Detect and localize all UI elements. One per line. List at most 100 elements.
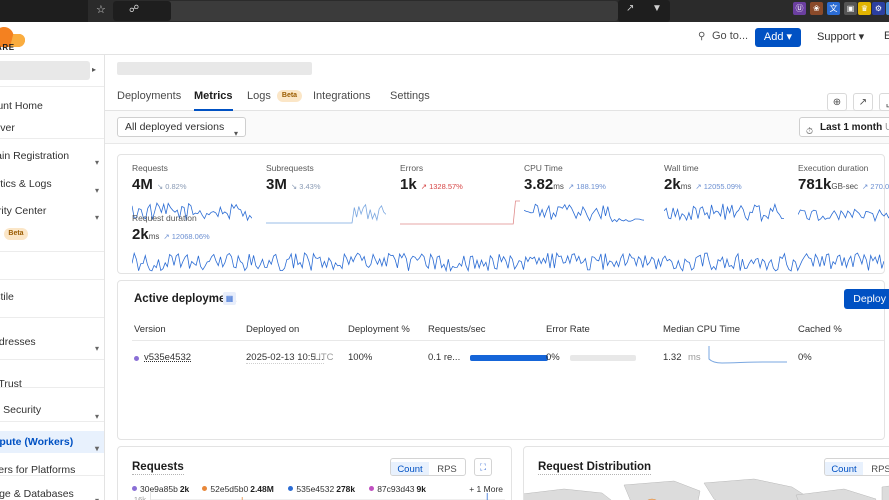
- cloudflare-wordmark: ARE: [0, 43, 15, 52]
- world-map: [524, 478, 889, 500]
- requests-panel-title: Requests: [132, 461, 184, 475]
- tab-deployments[interactable]: Deployments: [117, 87, 181, 111]
- sidebar-divider: [0, 317, 104, 318]
- camera-icon[interactable]: ▣: [844, 2, 857, 15]
- share-icon[interactable]: ↗: [626, 3, 634, 14]
- metric-delta-value: 1328.57%: [429, 182, 463, 191]
- chevron-down-icon: ▾: [94, 344, 99, 353]
- active-deployment-title: Active deployment: [134, 293, 237, 305]
- tab-metrics[interactable]: Metrics: [194, 87, 233, 111]
- globe-icon[interactable]: ⊕: [827, 93, 847, 111]
- download-icon[interactable]: ▼: [652, 3, 662, 14]
- add-button-label: Add: [763, 31, 784, 43]
- sidebar-item-zero-trust[interactable]: Zero Trust: [0, 373, 104, 395]
- metric-label: Requests: [132, 163, 168, 173]
- column-header-deployment: Deployment %: [348, 324, 410, 335]
- metric-delta: ↘ 0.82%: [157, 182, 187, 191]
- external-link-icon[interactable]: ↗: [853, 93, 873, 111]
- goto-search[interactable]: Go to...: [712, 30, 748, 42]
- active-deployment-card: Active deployment ▦ Deploy version Versi…: [117, 280, 889, 440]
- account-selector[interactable]: [0, 61, 90, 80]
- url-action-buttons[interactable]: ↗ ▼: [618, 0, 670, 22]
- sidebar-item-turnstile[interactable]: Turnstile: [0, 286, 104, 308]
- account-menu[interactable]: E: [884, 30, 889, 42]
- chevron-down-icon: ▾: [94, 186, 99, 195]
- deploy-version-button[interactable]: Deploy version: [844, 289, 889, 309]
- deployment-pct-value: 100%: [348, 352, 373, 363]
- sidebar-item-workers-for-platforms[interactable]: Workers for Platforms: [0, 459, 104, 481]
- toggle-rps[interactable]: RPS: [863, 462, 889, 475]
- sidebar-item-email-security[interactable]: Email Security ▾: [0, 399, 104, 421]
- ublock-origin-icon[interactable]: Ⓤ: [793, 2, 806, 15]
- median-cpu-value: 1.32: [663, 352, 682, 363]
- metric-delta-value: 0.82%: [165, 182, 187, 191]
- column-header-deployed-on: Deployed on: [246, 324, 300, 335]
- settings-gear-icon[interactable]: ⚙: [872, 2, 885, 15]
- cached-pct-value: 0%: [798, 352, 812, 363]
- tab-logs[interactable]: Logs: [247, 87, 271, 111]
- request-distribution-panel: Request Distribution Count RPS: [523, 446, 889, 500]
- metric-requests: Requests 4M ↘ 0.82%: [132, 163, 187, 193]
- metric-delta: ↗ 12068.06%: [163, 232, 209, 241]
- sidebar-item-discover[interactable]: Discover: [0, 117, 104, 139]
- metric-delta-value: 12055.09%: [703, 182, 742, 191]
- link-icon: ☍: [129, 4, 140, 15]
- sidebar-item-label: Email Security: [0, 404, 42, 416]
- bookmark-icon[interactable]: ☆: [96, 3, 106, 17]
- metric-value-row: 3.82ms ↗ 188.19%: [524, 176, 606, 193]
- tab-integrations[interactable]: Integrations: [313, 87, 370, 111]
- sidebar-item-label: Turnstile: [0, 291, 14, 303]
- version-link[interactable]: v535e4532: [144, 352, 191, 363]
- code-icon[interactable]: ␣: [879, 93, 889, 111]
- metric-value: 3.82: [524, 176, 554, 193]
- grid-icon[interactable]: ▦: [223, 292, 236, 305]
- metric-sparkline: [132, 251, 884, 273]
- tab-settings[interactable]: Settings: [390, 87, 430, 111]
- deployed-on-value: 2025-02-13 10:5...: [246, 352, 324, 364]
- sidebar-divider: [0, 86, 104, 87]
- column-header-requests-sec: Requests/sec: [428, 324, 486, 335]
- table-divider: [132, 340, 884, 341]
- metric-sparkline: [664, 203, 784, 223]
- error-rate-bar-track: [570, 355, 636, 361]
- sidebar-item-domain-registration[interactable]: Domain Registration ▾: [0, 145, 104, 167]
- sidebar-item-label: Domain Registration: [0, 150, 70, 162]
- distribution-unit-toggle[interactable]: Count RPS: [824, 458, 889, 476]
- browser-nav-area: [0, 0, 88, 22]
- column-header-version: Version: [134, 324, 166, 335]
- support-menu[interactable]: Support ▾: [817, 30, 864, 43]
- toggle-rps[interactable]: RPS: [429, 462, 465, 475]
- sidebar-item-ip-addresses[interactable]: IP Addresses ▾: [0, 331, 104, 353]
- address-bar[interactable]: ☍: [113, 1, 618, 21]
- sidebar-item-analytics-logs[interactable]: Analytics & Logs ▾: [0, 173, 104, 195]
- column-header-error-rate: Error Rate: [546, 324, 590, 335]
- metric-value: 2k: [132, 226, 149, 243]
- metric-label: Subrequests: [266, 163, 314, 173]
- sidebar-item-account-home[interactable]: Account Home: [0, 95, 104, 117]
- metric-sparkline: [524, 203, 644, 223]
- sidebar-item-label: Analytics & Logs: [0, 178, 52, 190]
- expand-icon[interactable]: ⛶: [474, 458, 492, 476]
- chevron-right-icon[interactable]: ▸: [92, 65, 96, 74]
- metric-value: 3M: [266, 176, 287, 193]
- requests-unit-toggle[interactable]: Count RPS: [390, 458, 466, 476]
- metric-label: Wall time: [664, 163, 699, 173]
- metrics-summary-card: Requests 4M ↘ 0.82% Subrequests 3M ↘ 3.43% Err…: [117, 154, 889, 274]
- status-dot: [134, 356, 139, 361]
- deployed-versions-select[interactable]: All deployed versions ▾: [117, 117, 246, 138]
- extension-icon-2[interactable]: ❀: [810, 2, 823, 15]
- time-range-select[interactable]: ⏱ Last 1 month UTC: [799, 117, 889, 137]
- toggle-count[interactable]: Count: [825, 462, 863, 475]
- sidebar-divider: [0, 279, 104, 280]
- crown-icon[interactable]: ♛: [858, 2, 871, 15]
- add-button[interactable]: Add ▾: [755, 28, 801, 47]
- requests-panel: Requests Count RPS ⛶ 30e9a85b 2k 52e5d5b0 2.…: [117, 446, 512, 500]
- sidebar-item-compute-workers[interactable]: Compute (Workers) ▾: [0, 431, 104, 453]
- translate-icon[interactable]: 文: [827, 2, 840, 15]
- sidebar-item-storage-databases[interactable]: Storage & Databases ▾: [0, 483, 104, 500]
- sidebar-item-security-center[interactable]: Security Center ▾: [0, 200, 104, 222]
- sidebar: ▸ Account Home Discover Domain Registratio…: [0, 55, 105, 500]
- trend-up-icon: ↗: [695, 182, 704, 191]
- sidebar-item-label: Compute (Workers): [0, 436, 74, 448]
- toggle-count[interactable]: Count: [391, 462, 429, 475]
